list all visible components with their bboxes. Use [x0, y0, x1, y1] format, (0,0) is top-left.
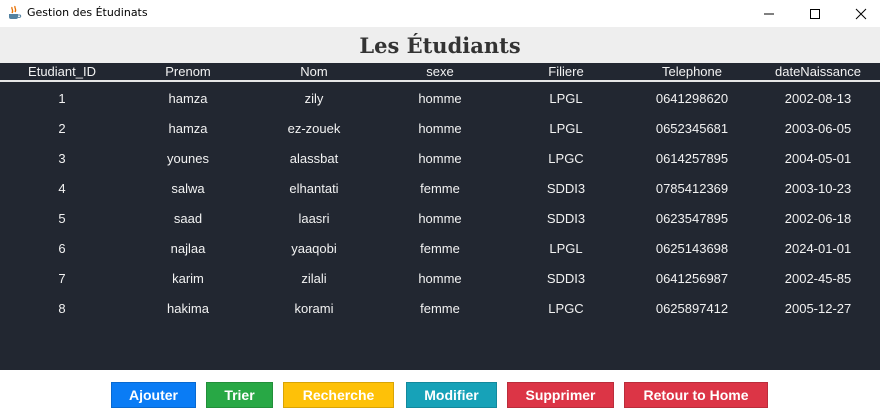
sort-button[interactable]: Trier	[206, 382, 273, 408]
table-cell: younes	[167, 151, 209, 166]
table-cell: 4	[58, 181, 66, 196]
table-cell: saad	[173, 211, 203, 226]
table-cell: 2003-06-05	[784, 121, 852, 136]
table-cell: 0641298620	[655, 91, 729, 106]
table-row[interactable]: 1 hamza zily homme LPGL 0641298620 2002-…	[0, 84, 880, 114]
table-cell: 1	[58, 91, 66, 106]
table-cell: laasri	[298, 211, 330, 226]
table-cell: LPGL	[549, 121, 583, 136]
delete-button[interactable]: Supprimer	[507, 382, 614, 408]
table-cell: femme	[420, 301, 460, 316]
table-cell: karim	[172, 271, 204, 286]
maximize-button[interactable]	[792, 0, 838, 27]
table-cell: 2002-45-85	[784, 271, 852, 286]
table-cell: yaaqobi	[291, 241, 337, 256]
table-cell: LPGL	[549, 91, 583, 106]
table-cell: 2024-01-01	[784, 241, 852, 256]
table-cell: LPGL	[549, 241, 583, 256]
action-bar: Ajouter Trier Recherche Modifier Supprim…	[0, 370, 880, 420]
table-row[interactable]: 3 younes alassbat homme LPGC 0614257895 …	[0, 144, 880, 174]
table-cell: SDDI3	[546, 181, 586, 196]
column-header-prenom[interactable]: Prenom	[126, 64, 250, 79]
table-cell: homme	[418, 151, 462, 166]
table-cell: najlaa	[170, 241, 206, 256]
table-cell: 8	[58, 301, 66, 316]
table-cell: 2005-12-27	[784, 301, 852, 316]
table-cell: hakima	[167, 301, 209, 316]
table-cell: hamza	[168, 91, 208, 106]
table-cell: 7	[58, 271, 66, 286]
table-cell: LPGC	[548, 301, 584, 316]
table-row[interactable]: 7 karim zilali homme SDDI3 0641256987 20…	[0, 264, 880, 294]
close-button[interactable]	[838, 0, 880, 27]
add-button[interactable]: Ajouter	[111, 382, 196, 408]
table-cell: SDDI3	[546, 211, 586, 226]
table-row[interactable]: 4 salwa elhantati femme SDDI3 0785412369…	[0, 174, 880, 204]
table-row[interactable]: 2 hamza ez-zouek homme LPGL 0652345681 2…	[0, 114, 880, 144]
edit-button[interactable]: Modifier	[406, 382, 497, 408]
table-cell: homme	[418, 211, 462, 226]
students-table[interactable]: Etudiant_ID Prenom Nom sexe Filiere Tele…	[0, 63, 880, 370]
table-cell: 2002-06-18	[784, 211, 852, 226]
table-cell: elhantati	[289, 181, 339, 196]
table-cell: hamza	[168, 121, 208, 136]
table-cell: zilali	[301, 271, 327, 286]
table-cell: 5	[58, 211, 66, 226]
table-cell: 3	[58, 151, 66, 166]
table-cell: 0625143698	[655, 241, 729, 256]
maximize-icon	[810, 8, 820, 19]
table-cell: SDDI3	[546, 271, 586, 286]
table-cell: 2004-05-01	[784, 151, 852, 166]
java-cup-icon	[6, 5, 22, 21]
table-cell: homme	[418, 121, 462, 136]
column-header-date-naissance[interactable]: dateNaissance	[756, 64, 880, 79]
page-title: Les Étudiants	[359, 33, 521, 58]
table-cell: homme	[418, 91, 462, 106]
close-icon	[855, 8, 867, 19]
table-cell: 2002-08-13	[784, 91, 852, 106]
table-cell: femme	[420, 181, 460, 196]
column-header-filiere[interactable]: Filiere	[504, 64, 628, 79]
window-titlebar: Gestion des Étudinats	[0, 0, 880, 27]
table-cell: ez-zouek	[287, 121, 341, 136]
table-cell: zily	[304, 91, 324, 106]
table-header: Etudiant_ID Prenom Nom sexe Filiere Tele…	[0, 63, 880, 82]
table-cell: 2003-10-23	[784, 181, 852, 196]
table-cell: 2	[58, 121, 66, 136]
table-cell: 0652345681	[655, 121, 729, 136]
page-header: Les Étudiants	[0, 27, 880, 63]
table-cell: 0641256987	[655, 271, 729, 286]
search-button[interactable]: Recherche	[283, 382, 394, 408]
table-row[interactable]: 8 hakima korami femme LPGC 0625897412 20…	[0, 294, 880, 324]
table-cell: 0625897412	[655, 301, 729, 316]
table-cell: 0623547895	[655, 211, 729, 226]
table-row[interactable]: 6 najlaa yaaqobi femme LPGL 0625143698 2…	[0, 234, 880, 264]
table-cell: alassbat	[289, 151, 339, 166]
minimize-icon	[764, 13, 774, 14]
table-cell: homme	[418, 271, 462, 286]
table-row[interactable]: 5 saad laasri homme SDDI3 0623547895 200…	[0, 204, 880, 234]
column-header-id[interactable]: Etudiant_ID	[0, 64, 124, 79]
table-cell: korami	[294, 301, 334, 316]
column-header-nom[interactable]: Nom	[252, 64, 376, 79]
table-cell: 0785412369	[655, 181, 729, 196]
back-home-button[interactable]: Retour to Home	[624, 382, 768, 408]
table-cell: LPGC	[548, 151, 584, 166]
minimize-button[interactable]	[746, 0, 792, 27]
table-cell: 6	[58, 241, 66, 256]
column-header-sexe[interactable]: sexe	[378, 64, 502, 79]
table-cell: salwa	[171, 181, 205, 196]
window-title: Gestion des Étudinats	[27, 6, 148, 19]
table-cell: femme	[420, 241, 460, 256]
table-cell: 0614257895	[655, 151, 729, 166]
column-header-telephone[interactable]: Telephone	[630, 64, 754, 79]
